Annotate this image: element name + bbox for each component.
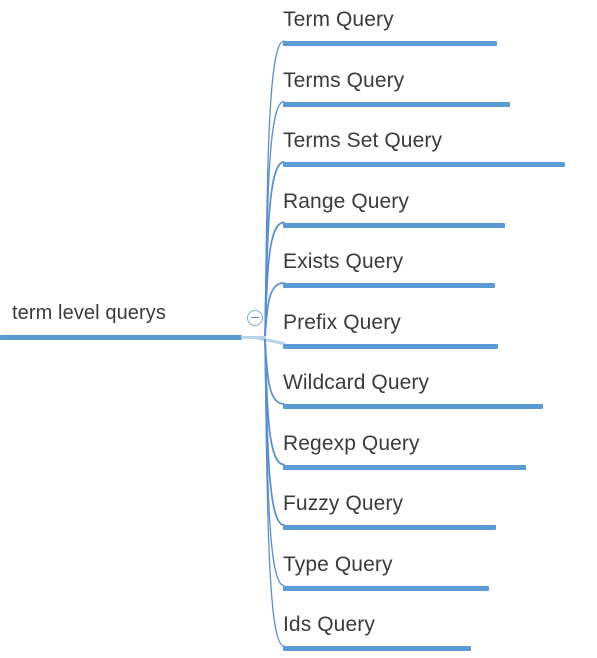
connector-curve	[264, 337, 285, 405]
child-node-underline	[283, 343, 498, 349]
child-node-label: Terms Query	[283, 68, 405, 92]
child-node-underline	[283, 222, 505, 228]
child-node-label: Regexp Query	[283, 431, 420, 455]
child-node[interactable]: Fuzzy Query	[283, 492, 496, 544]
child-node-underline	[283, 101, 510, 107]
child-node[interactable]: Wildcard Query	[283, 371, 543, 423]
root-node-label: term level querys	[12, 302, 166, 324]
child-node-label: Fuzzy Query	[283, 492, 404, 515]
child-node-underline	[283, 41, 497, 46]
child-node-underline	[283, 162, 565, 167]
child-node[interactable]: Regexp Query	[283, 432, 526, 484]
connector-curve	[264, 100, 285, 339]
child-node-label: Term Query	[283, 8, 394, 31]
child-node[interactable]: Terms Query	[283, 69, 510, 121]
child-node[interactable]: Terms Set Query	[283, 129, 565, 181]
child-node-underline	[283, 283, 495, 288]
child-node-underline	[283, 464, 526, 470]
child-node-label: Range Query	[283, 189, 410, 213]
child-node-label: Type Query	[283, 552, 393, 576]
child-node-label: Exists Query	[283, 250, 404, 273]
child-node[interactable]: Prefix Query	[283, 311, 498, 363]
connector-curve	[264, 221, 285, 339]
child-node[interactable]: Term Query	[283, 8, 497, 60]
child-node-label: Ids Query	[283, 613, 375, 636]
child-node[interactable]: Exists Query	[283, 250, 495, 302]
connector-curve	[264, 337, 285, 466]
mindmap-canvas: term level querys Term Query Terms Query T…	[0, 0, 597, 658]
root-node-underline	[0, 335, 242, 340]
child-node[interactable]: Ids Query	[283, 613, 471, 658]
child-node-label: Terms Set Query	[283, 129, 443, 152]
child-node-label: Prefix Query	[283, 310, 401, 334]
connector-curve	[264, 40, 285, 339]
minus-circle-icon[interactable]	[247, 310, 263, 326]
connector-curve	[264, 337, 285, 587]
child-node-underline	[283, 525, 496, 530]
connector-curve	[264, 337, 285, 526]
child-node[interactable]: Range Query	[283, 190, 505, 242]
root-node-connector-stub	[241, 336, 266, 339]
child-node[interactable]: Type Query	[283, 553, 489, 605]
connector-curve	[264, 161, 285, 339]
root-node[interactable]: term level querys	[0, 300, 266, 344]
child-node-underline	[283, 404, 543, 409]
connector-curve	[264, 337, 285, 647]
connector-curve	[264, 282, 285, 339]
child-node-underline	[283, 585, 489, 591]
child-node-label: Wildcard Query	[283, 371, 430, 394]
child-node-underline	[283, 646, 471, 651]
